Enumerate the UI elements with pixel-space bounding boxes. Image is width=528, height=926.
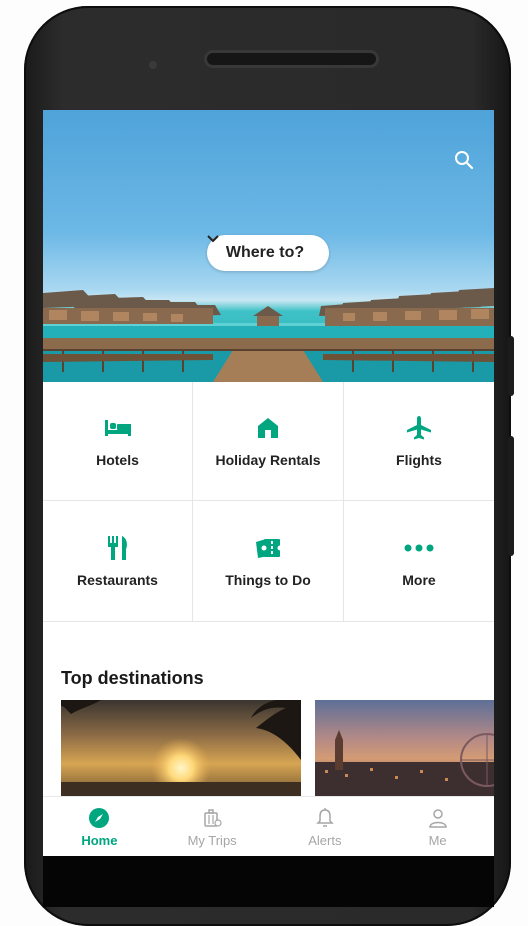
category-things-to-do[interactable]: Things to Do bbox=[193, 501, 344, 622]
bell-icon bbox=[314, 807, 336, 829]
app-screen: Where to? Hotels Holiday Rentals Flights… bbox=[43, 110, 494, 856]
bottom-navigation: Home My Trips Alerts Me bbox=[43, 796, 494, 856]
front-camera bbox=[149, 61, 157, 69]
category-flights[interactable]: Flights bbox=[344, 382, 494, 501]
person-icon bbox=[427, 807, 449, 829]
earpiece-speaker bbox=[204, 50, 379, 68]
search-button[interactable] bbox=[454, 150, 480, 176]
plane-icon bbox=[403, 414, 435, 442]
category-label: Restaurants bbox=[77, 572, 158, 588]
category-holiday-rentals[interactable]: Holiday Rentals bbox=[193, 382, 344, 501]
destination-image bbox=[61, 700, 301, 798]
category-grid: Hotels Holiday Rentals Flights Restauran… bbox=[43, 382, 494, 622]
destination-card[interactable] bbox=[61, 700, 301, 798]
category-label: Flights bbox=[396, 452, 442, 468]
category-label: Holiday Rentals bbox=[215, 452, 321, 468]
destination-card[interactable] bbox=[315, 700, 494, 798]
category-more[interactable]: More bbox=[344, 501, 494, 622]
bed-icon bbox=[102, 414, 134, 442]
volume-button bbox=[508, 336, 514, 396]
nav-my-trips[interactable]: My Trips bbox=[156, 797, 269, 856]
nav-alerts[interactable]: Alerts bbox=[269, 797, 382, 856]
nav-label: Me bbox=[428, 832, 447, 848]
power-button bbox=[508, 436, 514, 556]
more-dots-icon bbox=[403, 534, 435, 562]
house-icon bbox=[252, 414, 284, 442]
nav-label: My Trips bbox=[187, 832, 237, 848]
category-label: Hotels bbox=[96, 452, 139, 468]
compass-icon bbox=[88, 807, 110, 829]
where-to-button[interactable]: Where to? bbox=[207, 235, 329, 271]
ticket-icon bbox=[252, 534, 284, 562]
nav-me[interactable]: Me bbox=[381, 797, 494, 856]
nav-label: Alerts bbox=[308, 832, 342, 848]
section-title: Top destinations bbox=[61, 668, 204, 688]
fork-knife-icon bbox=[102, 534, 134, 562]
where-to-label: Where to? bbox=[225, 244, 305, 261]
category-label: Things to Do bbox=[225, 572, 311, 588]
nav-home[interactable]: Home bbox=[43, 797, 156, 856]
category-restaurants[interactable]: Restaurants bbox=[43, 501, 193, 622]
category-hotels[interactable]: Hotels bbox=[43, 382, 193, 501]
search-icon bbox=[455, 151, 474, 170]
nav-label: Home bbox=[81, 832, 118, 848]
hero-banner: Where to? bbox=[43, 110, 494, 382]
destination-image bbox=[315, 700, 494, 798]
luggage-icon bbox=[201, 807, 223, 829]
category-label: More bbox=[402, 572, 436, 588]
system-bar bbox=[43, 856, 494, 907]
